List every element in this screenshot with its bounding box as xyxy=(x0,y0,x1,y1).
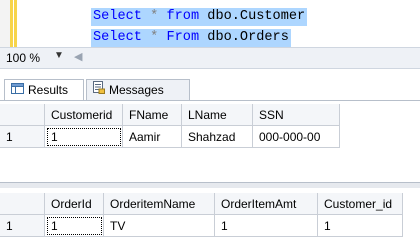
keyword: Select xyxy=(93,30,142,45)
table-cell[interactable]: TV xyxy=(103,214,215,237)
tab-messages-label: Messages xyxy=(109,83,164,97)
zoom-bar: 100 % ▼ ◀ xyxy=(0,47,420,69)
column-header[interactable]: Customer_id xyxy=(317,193,403,215)
column-header[interactable]: OrderId xyxy=(44,193,104,215)
operator: * xyxy=(150,9,159,24)
messages-icon xyxy=(93,80,105,101)
grid-icon xyxy=(11,80,24,101)
result-grid-1: Customerid FName LName SSN 1 1 Aamir Sha… xyxy=(0,104,340,148)
zoom-level[interactable]: 100 % xyxy=(6,51,40,65)
table-cell[interactable]: 1 xyxy=(44,214,104,237)
column-header[interactable]: SSN xyxy=(252,104,340,126)
tab-messages[interactable]: Messages xyxy=(86,79,190,101)
operator: * xyxy=(150,30,159,45)
change-marker xyxy=(10,0,13,47)
query-editor[interactable]: Select * from dbo.Customer Select * From… xyxy=(0,0,420,47)
column-header[interactable]: Customerid xyxy=(44,104,123,126)
tab-results-label: Results xyxy=(28,83,69,97)
column-header[interactable]: FName xyxy=(122,104,182,126)
table-cell[interactable]: Aamir xyxy=(122,125,182,148)
chevron-down-icon[interactable]: ▼ xyxy=(54,50,64,61)
change-marker xyxy=(14,0,17,47)
grid-corner[interactable] xyxy=(0,193,45,215)
keyword: Select xyxy=(93,9,142,24)
code-line-2[interactable]: Select * From dbo.Orders xyxy=(91,29,291,47)
grid-corner[interactable] xyxy=(0,104,45,126)
result-grid-2: OrderId OrderitemName OrderItemAmt Custo… xyxy=(0,193,403,237)
table-name: dbo.Customer xyxy=(207,9,306,24)
table-cell[interactable]: 000-000-00 xyxy=(252,125,340,148)
table-name: dbo.Orders xyxy=(207,30,289,45)
row-number[interactable]: 1 xyxy=(0,125,45,148)
row-number[interactable]: 1 xyxy=(0,214,45,237)
table-row: 1 1 Aamir Shahzad 000-000-00 xyxy=(0,125,340,148)
results-tabs: Results Messages xyxy=(0,79,420,102)
keyword: from xyxy=(166,9,200,24)
keyword: From xyxy=(166,30,200,45)
table-row: 1 1 TV 1 1 xyxy=(0,214,403,237)
table-cell[interactable]: 1 xyxy=(214,214,318,237)
grid-header-row: Customerid FName LName SSN xyxy=(0,104,340,126)
table-cell[interactable]: 1 xyxy=(44,125,123,148)
code-line-1[interactable]: Select * from dbo.Customer xyxy=(91,8,308,26)
column-header[interactable]: OrderItemAmt xyxy=(214,193,318,215)
scroll-left-icon[interactable]: ◀ xyxy=(74,50,82,63)
tab-results[interactable]: Results xyxy=(4,79,84,102)
column-header[interactable]: OrderitemName xyxy=(103,193,215,215)
table-cell[interactable]: 1 xyxy=(317,214,403,237)
table-cell[interactable]: Shahzad xyxy=(181,125,253,148)
column-header[interactable]: LName xyxy=(181,104,253,126)
grid-header-row: OrderId OrderitemName OrderItemAmt Custo… xyxy=(0,193,403,215)
